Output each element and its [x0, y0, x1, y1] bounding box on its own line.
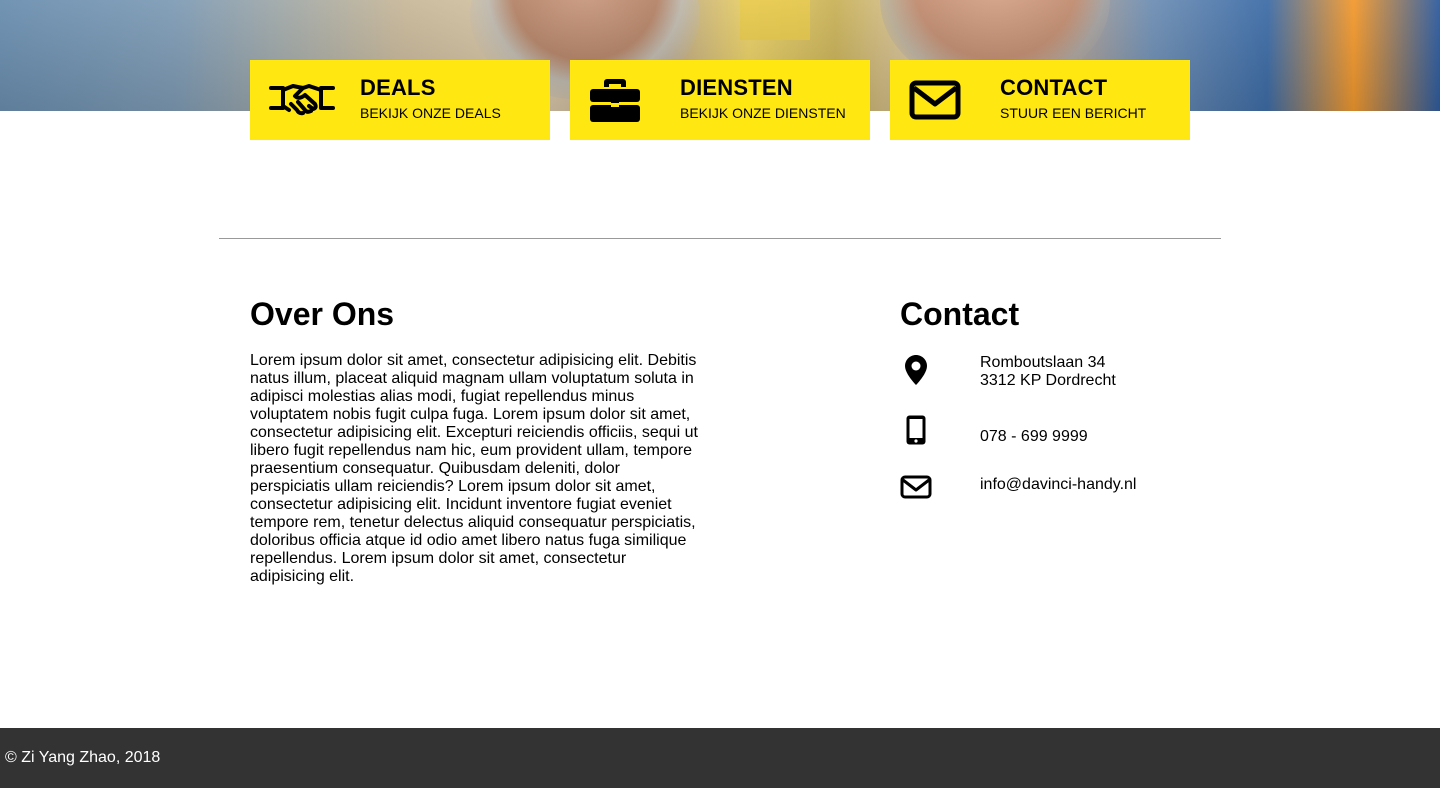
- map-pin-icon: [900, 354, 932, 388]
- mobile-phone-icon: [900, 414, 932, 448]
- envelope-icon: [908, 78, 962, 122]
- deals-card-subtitle: BEKIJK ONZE DEALS: [360, 105, 501, 121]
- diensten-card[interactable]: DIENSTEN BEKIJK ONZE DIENSTEN: [570, 60, 870, 140]
- contact-heading: Contact: [900, 296, 1020, 332]
- contact-section: Contact Romboutslaan 34 3312 KP Dordrech…: [900, 296, 1220, 499]
- contact-card-title: CONTACT: [1000, 75, 1108, 100]
- email-icon: [900, 474, 932, 508]
- contact-address: Romboutslaan 34 3312 KP Dordrecht: [980, 354, 1116, 390]
- contact-phone[interactable]: 078 - 699 9999: [980, 428, 1088, 446]
- deals-card[interactable]: DEALS BEKIJK ONZE DEALS: [250, 60, 550, 140]
- contact-card[interactable]: CONTACT STUUR EEN BERICHT: [890, 60, 1190, 140]
- address-line-1: Romboutslaan 34: [980, 354, 1106, 371]
- about-section: Over Ons Lorem ipsum dolor sit amet, con…: [250, 296, 710, 586]
- footer: © Zi Yang Zhao, 2018: [0, 728, 1440, 788]
- section-divider: [219, 238, 1221, 239]
- footer-copyright: © Zi Yang Zhao, 2018: [5, 749, 161, 766]
- about-text: Lorem ipsum dolor sit amet, consectetur …: [250, 352, 698, 585]
- contact-card-subtitle: STUUR EEN BERICHT: [1000, 105, 1147, 121]
- diensten-card-title: DIENSTEN: [680, 75, 793, 100]
- about-heading: Over Ons: [250, 296, 395, 332]
- deals-card-title: DEALS: [360, 75, 436, 100]
- diensten-card-subtitle: BEKIJK ONZE DIENSTEN: [680, 105, 846, 121]
- address-line-2: 3312 KP Dordrecht: [980, 372, 1116, 389]
- contact-email[interactable]: info@davinci-handy.nl: [980, 476, 1136, 494]
- briefcase-icon: [588, 78, 642, 122]
- feature-cards: DEALS BEKIJK ONZE DEALS DIENSTEN BEKIJK …: [250, 60, 1190, 140]
- handshake-icon: [268, 78, 336, 122]
